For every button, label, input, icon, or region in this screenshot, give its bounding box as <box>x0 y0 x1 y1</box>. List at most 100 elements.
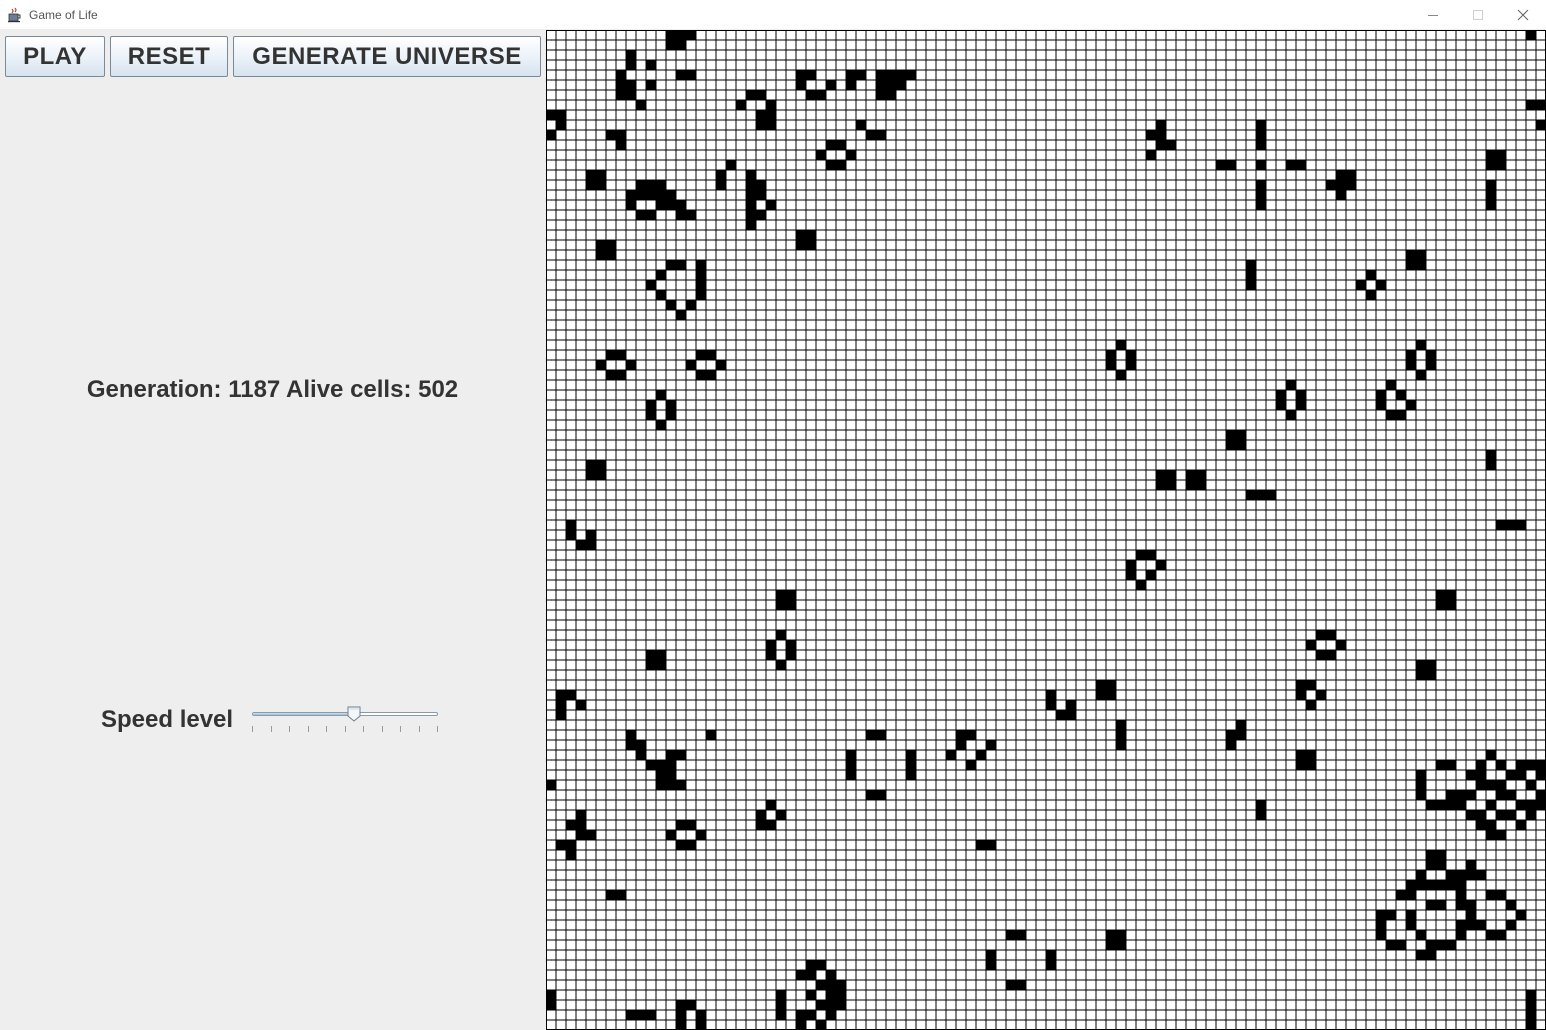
alive-cell[interactable] <box>1116 340 1126 350</box>
alive-cell[interactable] <box>596 470 606 480</box>
alive-cell[interactable] <box>1376 930 1386 940</box>
alive-cell[interactable] <box>1316 650 1326 660</box>
alive-cell[interactable] <box>1236 430 1246 440</box>
alive-cell[interactable] <box>686 1000 696 1010</box>
alive-cell[interactable] <box>616 80 626 90</box>
alive-cell[interactable] <box>1436 880 1446 890</box>
alive-cell[interactable] <box>826 1000 836 1010</box>
alive-cell[interactable] <box>626 730 636 740</box>
alive-cell[interactable] <box>876 70 886 80</box>
alive-cell[interactable] <box>826 990 836 1000</box>
alive-cell[interactable] <box>826 80 836 90</box>
alive-cell[interactable] <box>676 820 686 830</box>
alive-cell[interactable] <box>606 890 616 900</box>
alive-cell[interactable] <box>816 1020 826 1030</box>
alive-cell[interactable] <box>696 270 706 280</box>
alive-cell[interactable] <box>1426 950 1436 960</box>
alive-cell[interactable] <box>1536 120 1546 130</box>
alive-cell[interactable] <box>616 130 626 140</box>
alive-cell[interactable] <box>606 370 616 380</box>
alive-cell[interactable] <box>756 810 766 820</box>
alive-cell[interactable] <box>1296 750 1306 760</box>
alive-cell[interactable] <box>546 1000 556 1010</box>
alive-cell[interactable] <box>766 120 776 130</box>
alive-cell[interactable] <box>756 110 766 120</box>
alive-cell[interactable] <box>606 350 616 360</box>
alive-cell[interactable] <box>696 350 706 360</box>
alive-cell[interactable] <box>586 470 596 480</box>
alive-cell[interactable] <box>1526 780 1536 790</box>
alive-cell[interactable] <box>566 520 576 530</box>
alive-cell[interactable] <box>1386 380 1396 390</box>
alive-cell[interactable] <box>1456 790 1466 800</box>
universe-grid-canvas[interactable] <box>546 30 1546 1030</box>
alive-cell[interactable] <box>646 410 656 420</box>
alive-cell[interactable] <box>626 360 636 370</box>
alive-cell[interactable] <box>1256 800 1266 810</box>
alive-cell[interactable] <box>636 750 646 760</box>
alive-cell[interactable] <box>676 200 686 210</box>
alive-cell[interactable] <box>586 180 596 190</box>
alive-cell[interactable] <box>1306 750 1316 760</box>
alive-cell[interactable] <box>756 210 766 220</box>
alive-cell[interactable] <box>1136 580 1146 590</box>
alive-cell[interactable] <box>1296 400 1306 410</box>
alive-cell[interactable] <box>586 530 596 540</box>
alive-cell[interactable] <box>546 110 556 120</box>
alive-cell[interactable] <box>576 700 586 710</box>
alive-cell[interactable] <box>1466 790 1476 800</box>
alive-cell[interactable] <box>756 90 766 100</box>
alive-cell[interactable] <box>666 260 676 270</box>
alive-cell[interactable] <box>1336 180 1346 190</box>
alive-cell[interactable] <box>696 260 706 270</box>
alive-cell[interactable] <box>1426 900 1436 910</box>
maximize-button[interactable] <box>1455 0 1500 29</box>
alive-cell[interactable] <box>1296 160 1306 170</box>
alive-cell[interactable] <box>596 170 606 180</box>
alive-cell[interactable] <box>1096 690 1106 700</box>
alive-cell[interactable] <box>666 30 676 40</box>
alive-cell[interactable] <box>636 180 646 190</box>
alive-cell[interactable] <box>1426 360 1436 370</box>
alive-cell[interactable] <box>596 240 606 250</box>
alive-cell[interactable] <box>1476 820 1486 830</box>
alive-cell[interactable] <box>1526 760 1536 770</box>
alive-cell[interactable] <box>876 90 886 100</box>
alive-cell[interactable] <box>776 660 786 670</box>
alive-cell[interactable] <box>1276 390 1286 400</box>
alive-cell[interactable] <box>546 780 556 790</box>
alive-cell[interactable] <box>1226 740 1236 750</box>
alive-cell[interactable] <box>776 630 786 640</box>
alive-cell[interactable] <box>1406 890 1416 900</box>
alive-cell[interactable] <box>616 90 626 100</box>
alive-cell[interactable] <box>736 100 746 110</box>
alive-cell[interactable] <box>1016 930 1026 940</box>
alive-cell[interactable] <box>576 810 586 820</box>
alive-cell[interactable] <box>806 230 816 240</box>
alive-cell[interactable] <box>1466 770 1476 780</box>
alive-cell[interactable] <box>886 90 896 100</box>
alive-cell[interactable] <box>1436 850 1446 860</box>
minimize-button[interactable] <box>1410 0 1455 29</box>
title-bar[interactable]: Game of Life <box>0 0 1546 29</box>
alive-cell[interactable] <box>576 830 586 840</box>
alive-cell[interactable] <box>656 660 666 670</box>
alive-cell[interactable] <box>1486 930 1496 940</box>
alive-cell[interactable] <box>806 990 816 1000</box>
alive-cell[interactable] <box>646 280 656 290</box>
alive-cell[interactable] <box>1186 480 1196 490</box>
alive-cell[interactable] <box>606 130 616 140</box>
alive-cell[interactable] <box>656 420 666 430</box>
alive-cell[interactable] <box>816 960 826 970</box>
alive-cell[interactable] <box>1536 790 1546 800</box>
alive-cell[interactable] <box>786 600 796 610</box>
alive-cell[interactable] <box>776 1000 786 1010</box>
alive-cell[interactable] <box>656 770 666 780</box>
alive-cell[interactable] <box>1156 120 1166 130</box>
alive-cell[interactable] <box>1396 410 1406 420</box>
alive-cell[interactable] <box>1006 980 1016 990</box>
alive-cell[interactable] <box>566 690 576 700</box>
alive-cell[interactable] <box>956 730 966 740</box>
alive-cell[interactable] <box>806 240 816 250</box>
alive-cell[interactable] <box>1256 130 1266 140</box>
